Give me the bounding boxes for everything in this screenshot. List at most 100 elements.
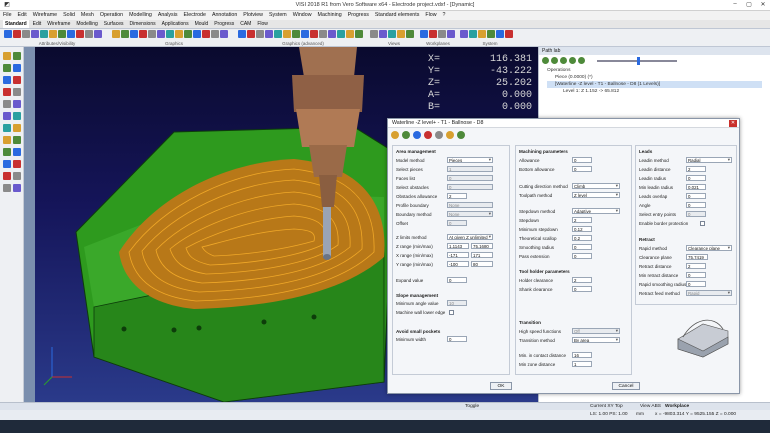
graphics-icons[interactable] (112, 30, 236, 40)
select-rapid-method[interactable]: Clearance plane (686, 245, 732, 251)
toolbar-icon[interactable] (265, 30, 273, 38)
side-tool-icon[interactable] (3, 184, 11, 192)
system-icons[interactable] (460, 30, 520, 40)
toolbar-icon[interactable] (121, 30, 129, 38)
toolbar-icon[interactable] (76, 30, 84, 38)
field-holder-clearance[interactable]: 2 (572, 277, 592, 283)
toolbar-icon[interactable] (397, 30, 405, 38)
select-boundary-method[interactable]: None (447, 211, 493, 217)
tab-surfaces[interactable]: Surfaces (102, 20, 126, 28)
toolbar-icon[interactable] (40, 30, 48, 38)
toolbar-icon[interactable] (355, 30, 363, 38)
menu-item[interactable]: Standard elements (375, 11, 419, 20)
menu-item[interactable]: File (3, 11, 12, 20)
tab-standard[interactable]: Standard (3, 20, 29, 28)
field-obstacles-allowance[interactable]: 2 (447, 193, 467, 199)
step-icon[interactable] (551, 57, 558, 64)
toolbar-icon[interactable] (220, 30, 228, 38)
toolbar-icon[interactable] (429, 30, 437, 38)
toolbar-icon[interactable] (328, 30, 336, 38)
side-tool-icon[interactable] (3, 52, 11, 60)
toggle-button[interactable]: Toggle (465, 404, 479, 409)
stop-icon[interactable] (569, 57, 576, 64)
toolbar-icon[interactable] (388, 30, 396, 38)
field-angle[interactable]: 0 (686, 202, 706, 208)
field-z-min[interactable]: 1.1143 (447, 243, 469, 249)
toolbar-icon[interactable] (310, 30, 318, 38)
field-leadin-radius[interactable]: 0 (686, 175, 706, 181)
menu-item[interactable]: Modelling (129, 11, 152, 20)
menu-item[interactable]: Edit (18, 11, 27, 20)
select-z-limits-method[interactable]: At given Z unlimited (447, 234, 493, 240)
field-theoretical-scallop[interactable]: 0.2 (572, 235, 592, 241)
side-tool-icon[interactable] (13, 184, 21, 192)
menu-item[interactable]: ? (443, 11, 446, 20)
toolbar-icon[interactable] (139, 30, 147, 38)
menu-item[interactable]: System (269, 11, 287, 20)
tab-modelling[interactable]: Modelling (74, 20, 99, 28)
field-retract-distance[interactable]: 2 (686, 263, 706, 269)
strategy-icon[interactable] (391, 131, 399, 139)
play-icon[interactable] (542, 57, 549, 64)
select-high-speed[interactable]: Off (572, 328, 620, 334)
side-tool-icon[interactable] (3, 148, 11, 156)
select-stepdown-method[interactable]: Adaptive (572, 208, 620, 214)
field-smoothing-radius[interactable]: 0 (572, 244, 592, 250)
side-tool-icon[interactable] (3, 88, 11, 96)
tab-wireframe[interactable]: Wireframe (45, 20, 72, 28)
field-min-zone[interactable]: 1 (572, 361, 592, 367)
field-profile-boundary[interactable]: None (447, 202, 493, 208)
toolbar-icon[interactable] (184, 30, 192, 38)
field-min-retract[interactable]: 0 (686, 272, 706, 278)
select-transition-method[interactable]: By area (572, 337, 620, 343)
tool-icon[interactable] (402, 131, 410, 139)
menu-item[interactable]: Mesh (81, 11, 94, 20)
toolbar-icon[interactable] (193, 30, 201, 38)
tree-item-operation[interactable]: [Waterline -Z level - T1 - Ballnose - D8… (547, 81, 762, 88)
select-model-method[interactable]: Pieces (447, 157, 493, 163)
tab-flow[interactable]: Flow (255, 20, 270, 28)
view-abs-label[interactable]: View ABS (640, 404, 661, 409)
preview-icon[interactable] (457, 131, 465, 139)
toolbar-icon[interactable] (157, 30, 165, 38)
cancel-button[interactable]: Cancel (612, 382, 640, 390)
side-tool-icon[interactable] (13, 124, 21, 132)
field-select-obstacles[interactable]: 0 (447, 184, 493, 190)
field-stepdown[interactable]: 2 (572, 217, 592, 223)
side-tool-icon[interactable] (3, 124, 11, 132)
field-select-pieces[interactable]: 1 (447, 166, 493, 172)
field-min-stepdown[interactable]: 0.12 (572, 226, 592, 232)
side-tool-icon[interactable] (3, 100, 11, 108)
close-icon[interactable]: ✕ (756, 1, 770, 10)
select-toolpath-method[interactable]: Z level (572, 192, 620, 198)
menu-item[interactable]: Window (293, 11, 312, 20)
toolbar-icon[interactable] (487, 30, 495, 38)
checkbox-machine-wall-lower[interactable] (449, 310, 454, 315)
current-view-label[interactable]: Current XY Top (590, 404, 623, 409)
field-allowance[interactable]: 0 (572, 157, 592, 163)
toolbar-icon[interactable] (94, 30, 102, 38)
toolbar-icon[interactable] (4, 30, 12, 38)
toolbar-icon[interactable] (274, 30, 282, 38)
pause-icon[interactable] (560, 57, 567, 64)
toolbar-icon[interactable] (202, 30, 210, 38)
toolbar-icon[interactable] (460, 30, 468, 38)
dialog-close-icon[interactable]: ✕ (729, 120, 737, 127)
field-faces-list[interactable]: 0 (447, 175, 493, 181)
toolbar-icon[interactable] (370, 30, 378, 38)
tree-item-level[interactable]: Level 1: Z 1.152 -> 65.812 (547, 88, 762, 95)
toolbar-icon[interactable] (130, 30, 138, 38)
feeds-icon[interactable] (424, 131, 432, 139)
select-leadin-method[interactable]: Radial (686, 157, 732, 163)
side-tool-icon[interactable] (3, 76, 11, 84)
toolbar-icon[interactable] (478, 30, 486, 38)
field-offset[interactable]: 0 (447, 220, 467, 226)
side-tool-icon[interactable] (3, 160, 11, 168)
tab-cam[interactable]: CAM (238, 20, 253, 28)
side-tool-icon[interactable] (13, 160, 21, 168)
toolbar-icon[interactable] (112, 30, 120, 38)
side-tool-icon[interactable] (3, 172, 11, 180)
select-retract-feed[interactable]: Rapid (686, 290, 732, 296)
maximize-icon[interactable]: ▢ (742, 1, 756, 10)
toolbar-icon[interactable] (58, 30, 66, 38)
